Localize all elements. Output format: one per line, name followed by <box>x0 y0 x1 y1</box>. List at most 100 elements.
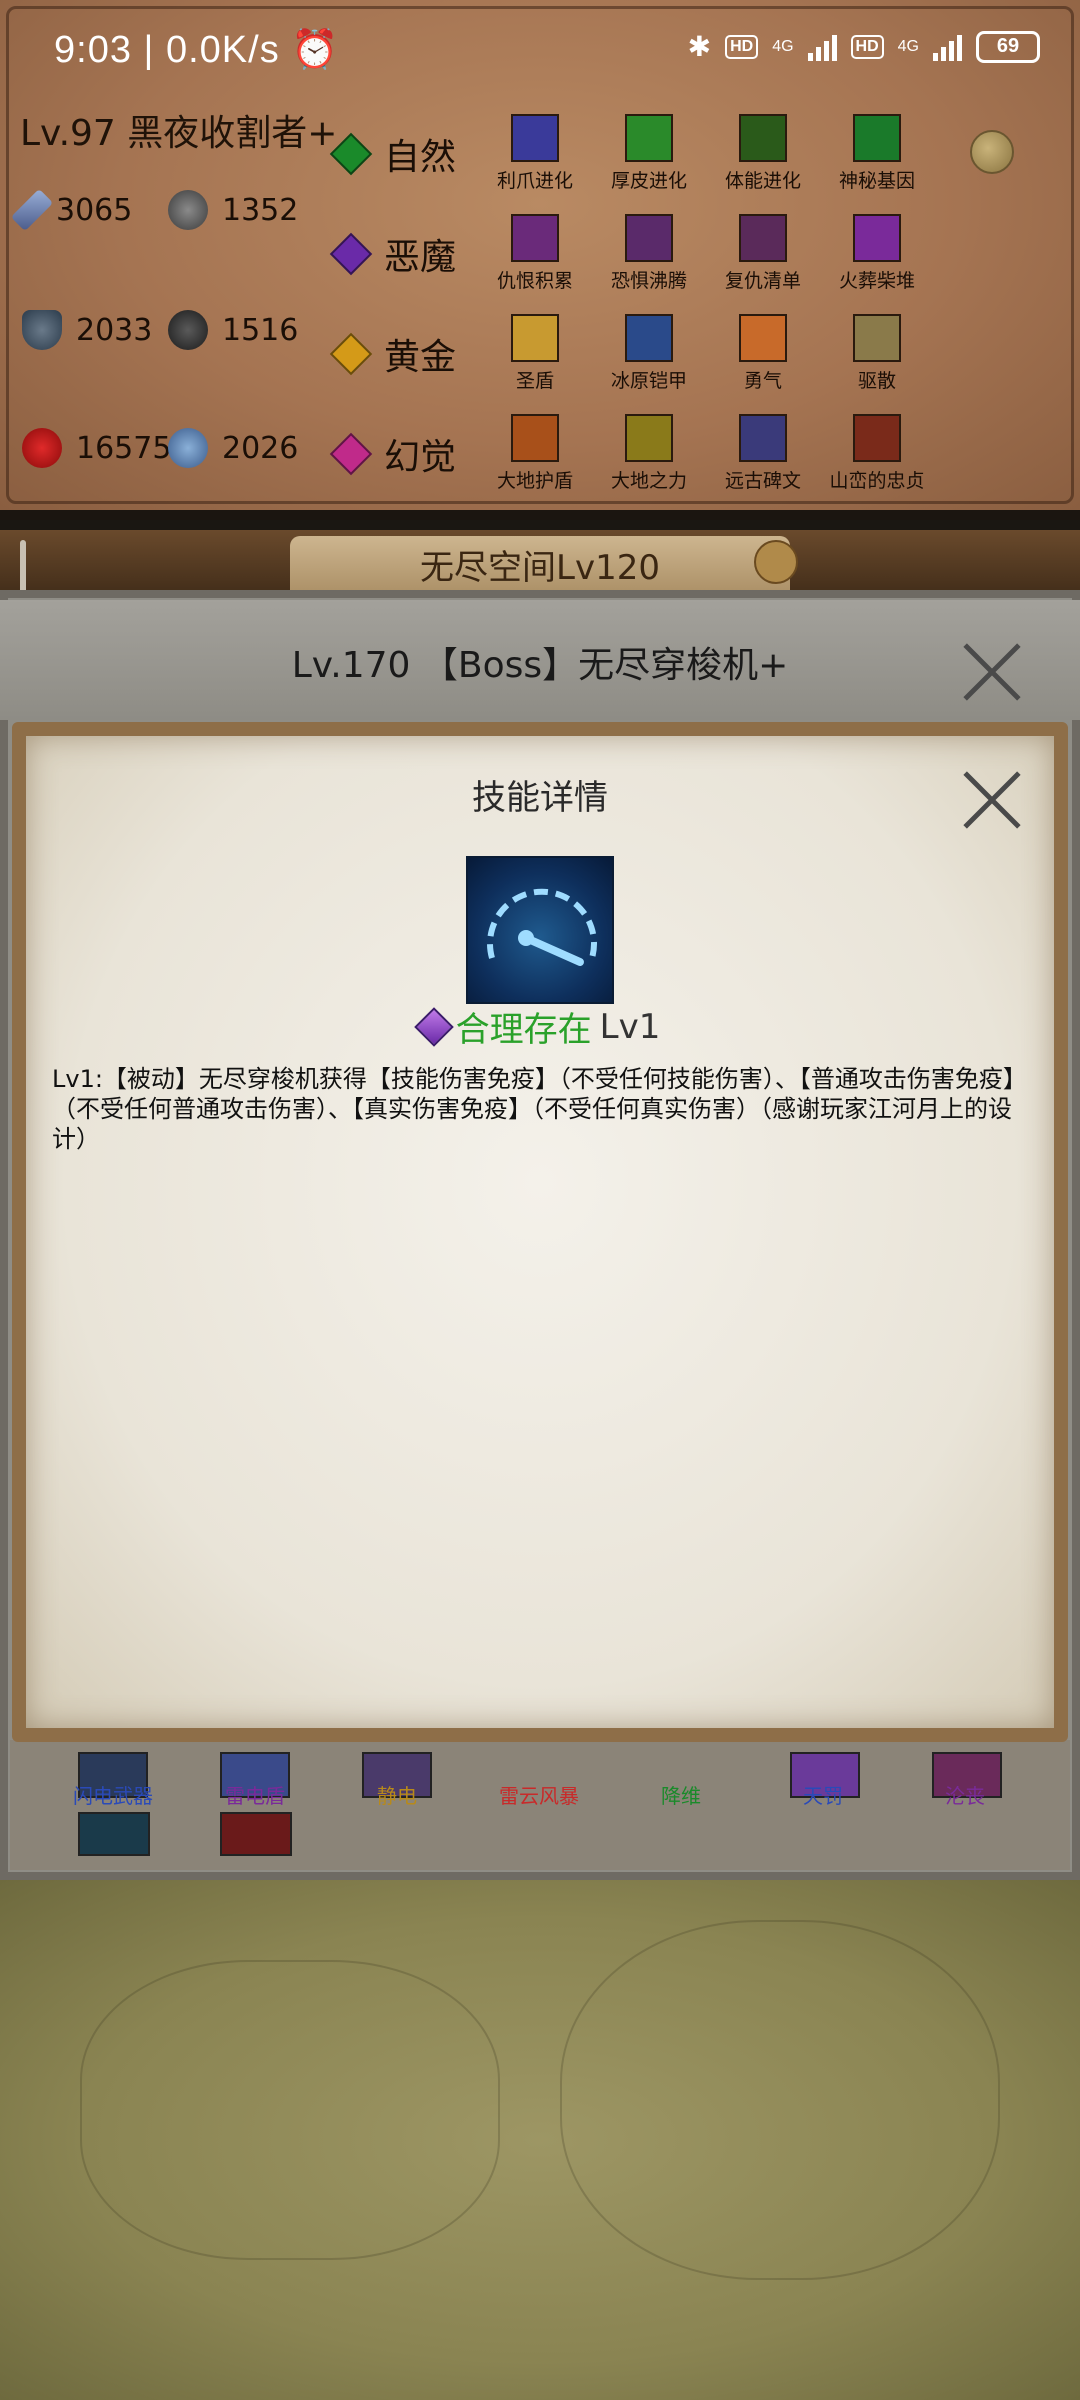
skill-mountain-loyalty[interactable]: 山峦的忠贞 <box>817 414 937 493</box>
skill-icon <box>739 214 787 262</box>
skill-label: 大地之力 <box>610 470 687 492</box>
skill-icon <box>511 314 559 362</box>
skill-label: 利爪进化 <box>496 170 573 192</box>
hp-stat: 16575 <box>22 428 171 468</box>
element-demon[interactable]: 恶魔 <box>329 228 457 280</box>
element-label: 黄金 <box>384 337 457 378</box>
dialog-title: 技能详情 <box>472 778 608 818</box>
element-illusion[interactable]: 幻觉 <box>329 428 457 480</box>
green-gem-icon <box>329 132 373 176</box>
map-contour <box>80 1960 500 2260</box>
strip-label-lightning-weapon[interactable]: 闪电武器 <box>58 1780 168 1809</box>
defense2-value: 1516 <box>222 312 299 348</box>
skill-pyre[interactable]: 火葬柴堆 <box>817 214 937 293</box>
skill-courage[interactable]: 勇气 <box>703 314 823 393</box>
skill-label: 山峦的忠贞 <box>829 470 925 492</box>
skill-thick-skin[interactable]: 厚皮进化 <box>589 114 709 193</box>
skill-holy-shield[interactable]: 圣盾 <box>475 314 595 393</box>
skill-description: Lv1:【被动】无尽穿梭机获得【技能伤害免疫】（不受任何技能伤害）、【普通攻击伤… <box>52 1065 1027 1153</box>
skill-revenge[interactable]: 复仇清单 <box>703 214 823 293</box>
skill-claw-evolution[interactable]: 利爪进化 <box>475 114 595 193</box>
skill-dispel[interactable]: 驱散 <box>817 314 937 393</box>
skill-stamina[interactable]: 体能进化 <box>703 114 823 193</box>
separator: | <box>143 29 166 71</box>
net-label-1: 4G <box>772 37 794 55</box>
skill-label: 大地护盾 <box>496 470 573 492</box>
element-nature[interactable]: 自然 <box>329 128 456 180</box>
skill-level: Lv1 <box>599 1006 661 1047</box>
alarm-icon: ⏰ <box>291 29 340 71</box>
signal-icon-2 <box>933 33 962 61</box>
strip-label-fallen[interactable]: 沦丧 <box>910 1780 1020 1809</box>
skill-label: 复仇清单 <box>724 270 801 292</box>
skill-icon <box>853 214 901 262</box>
clock: 9:03 <box>54 29 132 71</box>
coin-icon[interactable] <box>970 130 1014 174</box>
mana-icon <box>168 428 208 468</box>
hp-value: 16575 <box>76 430 172 466</box>
skill-icon <box>511 114 559 162</box>
skill-icon <box>511 414 559 462</box>
speedometer-graphic <box>487 888 597 966</box>
strip-icon[interactable] <box>78 1812 150 1856</box>
boss-title: Lv.170 【Boss】无尽穿梭机+ <box>291 645 789 686</box>
signal-icon-1 <box>807 33 837 61</box>
skill-name-row: 合理存在 Lv1 <box>0 1002 1080 1051</box>
attack2-value: 1352 <box>222 192 299 228</box>
purple-gem-icon <box>329 232 373 276</box>
skill-label: 仇恨积累 <box>496 270 573 292</box>
coin-icon <box>168 190 208 230</box>
status-icons: ✱ HD 4G HD 4G 69 <box>688 30 1040 63</box>
gold-gem-icon <box>329 332 373 376</box>
skill-icon <box>625 114 673 162</box>
map-background <box>0 1880 1080 2400</box>
strip-label-thunder-shield[interactable]: 雷电盾 <box>200 1780 310 1809</box>
hd-badge-2: HD <box>850 34 884 59</box>
skill-icon <box>739 114 787 162</box>
strip-label-thunderstorm[interactable]: 雷云风暴 <box>484 1780 594 1809</box>
skill-label: 远古碑文 <box>724 470 801 492</box>
hero-name: Lv.97 黑夜收割者+ <box>20 113 338 154</box>
bluetooth-icon: ✱ <box>687 31 712 62</box>
skill-label: 神秘基因 <box>838 170 915 192</box>
strip-icon[interactable] <box>220 1812 292 1856</box>
skill-ice-armor[interactable]: 冰原铠甲 <box>589 314 709 393</box>
skill-earth-shield[interactable]: 大地护盾 <box>475 414 595 493</box>
search-icon[interactable] <box>754 540 798 584</box>
skill-icon <box>853 314 901 362</box>
skill-icon <box>853 114 901 162</box>
net-speed: 0.0K/s <box>165 29 280 71</box>
status-time: 9:03 | 0.0K/s ⏰ <box>54 28 340 72</box>
mana-value: 2026 <box>222 430 299 466</box>
skill-hatred[interactable]: 仇恨积累 <box>475 214 595 293</box>
battery-icon: 69 <box>976 30 1040 63</box>
skill-name: 合理存在 <box>455 1010 592 1050</box>
skill-fear[interactable]: 恐惧沸腾 <box>589 214 709 293</box>
strip-label-divine-punish[interactable]: 天罚 <box>768 1780 878 1809</box>
purple-gem-icon <box>413 1006 454 1047</box>
skill-gene[interactable]: 神秘基因 <box>817 114 937 193</box>
shield-icon <box>22 310 62 350</box>
skill-label: 恐惧沸腾 <box>610 270 687 292</box>
defense-stat: 2033 <box>22 310 152 350</box>
skill-label: 体能进化 <box>724 170 801 192</box>
skill-icon <box>625 414 673 462</box>
hd-badge-1: HD <box>725 34 759 59</box>
element-label: 恶魔 <box>384 237 457 278</box>
skill-icon <box>625 314 673 362</box>
skill-label: 勇气 <box>743 370 782 392</box>
speedometer-icon <box>466 856 614 1004</box>
element-label: 幻觉 <box>384 437 457 478</box>
strip-label-static[interactable]: 静电 <box>342 1780 452 1809</box>
skill-icon <box>511 214 559 262</box>
skill-label: 厚皮进化 <box>610 170 687 192</box>
defense2-stat: 1516 <box>168 310 298 350</box>
dialog-close-button[interactable] <box>962 770 1022 830</box>
skill-icon <box>739 314 787 362</box>
skill-ancient-inscription[interactable]: 远古碑文 <box>703 414 823 493</box>
skill-earth-power[interactable]: 大地之力 <box>589 414 709 493</box>
boss-close-button[interactable] <box>962 642 1022 702</box>
skill-icon <box>853 414 901 462</box>
strip-label-dimension[interactable]: 降维 <box>626 1780 736 1809</box>
element-gold[interactable]: 黄金 <box>329 328 457 380</box>
